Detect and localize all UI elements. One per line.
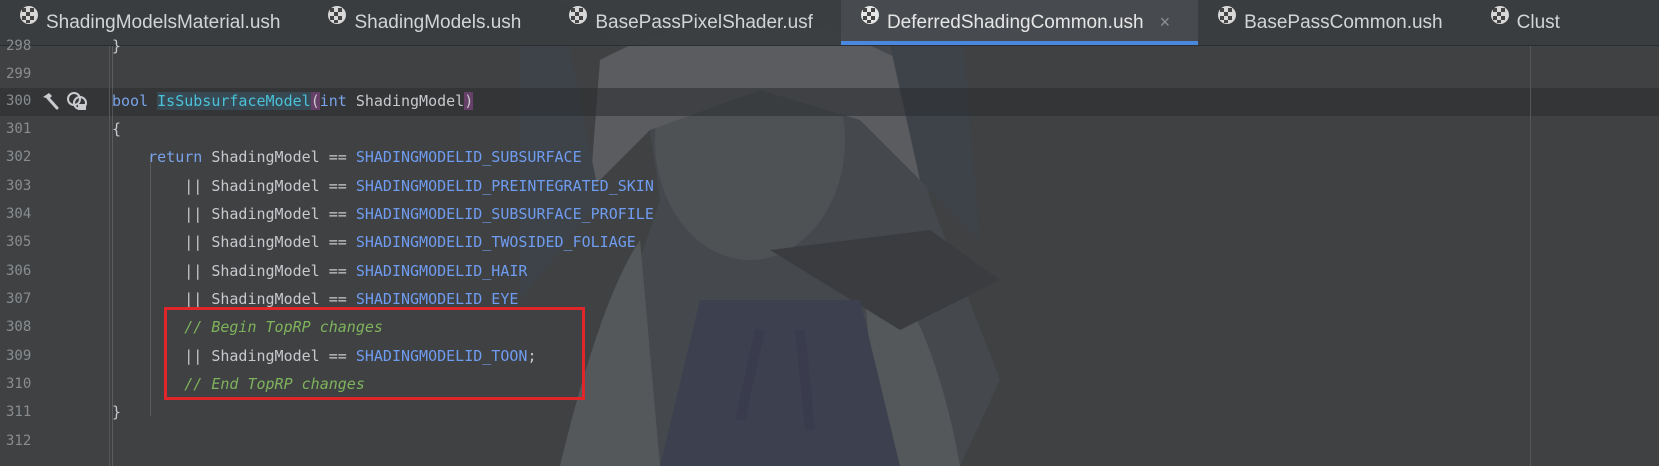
function-name: IsSubsurfaceModel <box>157 92 311 110</box>
expression: || ShadingModel == <box>184 205 356 223</box>
keyword: int <box>319 92 347 110</box>
expression: || ShadingModel == <box>184 290 356 308</box>
code-line-311: } <box>112 398 121 426</box>
line-number: 308 <box>6 319 32 335</box>
keyword: bool <box>112 92 149 110</box>
implementations-icon[interactable] <box>66 91 88 111</box>
tab-label: ShadingModelsMaterial.ush <box>46 11 281 33</box>
paren-open: ( <box>310 92 320 110</box>
file-icon <box>1490 6 1509 24</box>
line-number: 302 <box>6 149 32 165</box>
constant: SHADINGMODELID_TWOSIDED_FOLIAGE <box>355 233 636 251</box>
line-number: 312 <box>6 433 32 449</box>
code-line-305: || ShadingModel == SHADINGMODELID_TWOSID… <box>112 228 636 256</box>
tab-label: DeferredShadingCommon.ush <box>886 11 1144 33</box>
constant: SHADINGMODELID_HAIR <box>355 262 528 280</box>
tab-basepasscommon[interactable]: BasePassCommon.ush <box>1198 0 1471 45</box>
keyword: return <box>148 148 203 166</box>
constant: SHADINGMODELID_PREINTEGRATED_SKIN <box>355 177 654 195</box>
tab-label: ShadingModels.ush <box>354 11 522 33</box>
file-icon <box>1218 6 1237 24</box>
expression: || ShadingModel == <box>184 177 356 195</box>
comment: // End TopRP changes <box>184 375 365 393</box>
constant: SHADINGMODELID_SUBSURFACE_PROFILE <box>355 205 654 223</box>
line-number: 304 <box>6 206 32 222</box>
tab-label: Clust <box>1516 11 1560 33</box>
tab-shadingmodelsmaterial[interactable]: ShadingModelsMaterial.ush <box>0 0 308 45</box>
tab-shadingmodels[interactable]: ShadingModels.ush <box>308 0 549 45</box>
paren-close: ) <box>464 92 474 110</box>
code-line-308: // Begin TopRP changes <box>112 313 383 341</box>
code-line-309: || ShadingModel == SHADINGMODELID_TOON; <box>112 342 536 370</box>
expression: || ShadingModel == <box>184 233 356 251</box>
code-editor[interactable]: } bool IsSubsurfaceModel(int ShadingMode… <box>110 37 1530 466</box>
code-line-302: return ShadingModel == SHADINGMODELID_SU… <box>112 143 582 171</box>
comment: // Begin TopRP changes <box>184 318 383 336</box>
close-icon[interactable]: × <box>1160 12 1171 33</box>
line-number: 301 <box>6 121 32 137</box>
code-line-301: { <box>112 115 121 143</box>
line-number: 303 <box>6 178 32 194</box>
line-number: 306 <box>6 263 32 279</box>
code-line-304: || ShadingModel == SHADINGMODELID_SUBSUR… <box>112 200 654 228</box>
editor-tab-bar: ShadingModelsMaterial.ush ShadingModels.… <box>0 0 1659 46</box>
constant: SHADINGMODELID_TOON <box>355 347 528 365</box>
file-icon <box>20 6 38 24</box>
code-line-310: // End TopRP changes <box>112 370 365 398</box>
tab-basepasspixelshader[interactable]: BasePassPixelShader.usf <box>549 0 841 45</box>
tab-deferredshadingcommon[interactable]: DeferredShadingCommon.ush × <box>840 0 1199 45</box>
constant: SHADINGMODELID_EYE <box>355 290 519 308</box>
brace: } <box>112 403 122 421</box>
file-icon <box>860 6 879 24</box>
code-line-303: || ShadingModel == SHADINGMODELID_PREINT… <box>112 172 654 200</box>
semicolon: ; <box>527 347 537 365</box>
tab-clust[interactable]: Clust <box>1471 0 1588 45</box>
code-line-306: || ShadingModel == SHADINGMODELID_HAIR <box>112 257 527 285</box>
brace: { <box>112 120 122 138</box>
line-number: 307 <box>6 291 32 307</box>
file-icon <box>569 6 588 24</box>
tab-label: BasePassPixelShader.usf <box>595 11 813 33</box>
constant: SHADINGMODELID_SUBSURFACE <box>355 148 582 166</box>
right-margin-guide <box>1530 46 1531 466</box>
line-number: 305 <box>6 234 32 250</box>
line-number: 311 <box>6 404 32 420</box>
brace: } <box>112 37 122 55</box>
line-number: 309 <box>6 348 32 364</box>
editor-gutter: 298 299 300 301 302 303 304 305 306 307 … <box>0 38 110 466</box>
code-line-298: } <box>112 32 121 60</box>
expression: || ShadingModel == <box>184 262 356 280</box>
line-number: 299 <box>6 66 32 82</box>
tab-label: BasePassCommon.ush <box>1244 11 1443 33</box>
line-number: 300 <box>6 93 32 109</box>
expression: || ShadingModel == <box>184 347 356 365</box>
code-line-307: || ShadingModel == SHADINGMODELID_EYE <box>112 285 518 313</box>
expression: ShadingModel == <box>202 148 356 166</box>
hammer-icon[interactable] <box>40 91 60 111</box>
file-icon <box>328 6 347 24</box>
parameter: ShadingModel <box>346 92 465 110</box>
line-number: 310 <box>6 376 32 392</box>
line-number: 298 <box>6 38 32 54</box>
code-line-300: bool IsSubsurfaceModel(int ShadingModel) <box>112 87 474 115</box>
